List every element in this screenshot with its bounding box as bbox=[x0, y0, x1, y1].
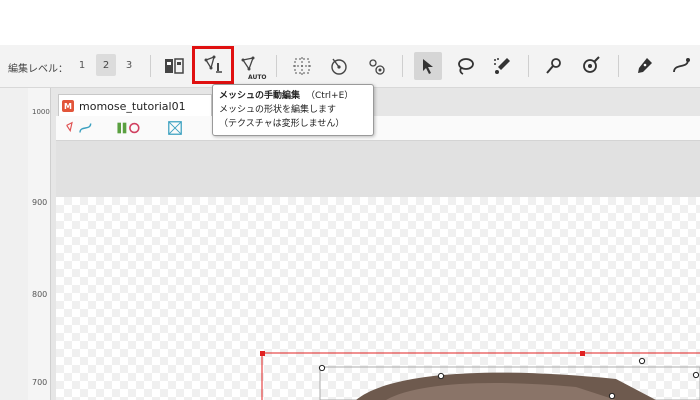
ruler-tick-label: 1000 bbox=[32, 108, 50, 116]
tooltip-note: （テクスチャは変形しません） bbox=[219, 119, 345, 129]
model-mesh-overlay bbox=[260, 351, 700, 400]
arrow-select-button[interactable] bbox=[414, 52, 442, 80]
lasso-select-button[interactable] bbox=[451, 52, 479, 80]
mesh-manual-edit-icon bbox=[204, 55, 222, 73]
pen-button[interactable] bbox=[630, 52, 658, 80]
toolbar-separator bbox=[150, 55, 151, 77]
tooltip-shortcut: （Ctrl+E） bbox=[306, 91, 354, 101]
tooltip-title: メッシュの手動編集 bbox=[219, 91, 301, 101]
pin-brush-button[interactable] bbox=[577, 52, 605, 80]
toolbar-separator bbox=[528, 55, 529, 77]
mesh-view-icon bbox=[66, 121, 92, 133]
ruler-tick-label: 700 bbox=[32, 378, 48, 387]
edit-level-2-button[interactable]: 2 bbox=[96, 54, 116, 76]
toolbar-separator bbox=[402, 55, 403, 77]
main-toolbar: 編集レベル： 1 2 3 AUTO bbox=[0, 45, 700, 88]
edit-level-label: 編集レベル： bbox=[8, 64, 68, 75]
deformer-display-icon bbox=[117, 122, 140, 134]
rotation-deformer-button[interactable] bbox=[325, 52, 353, 80]
document-tab[interactable]: M momose_tutorial01 bbox=[58, 94, 212, 117]
warp-deformer-icon bbox=[293, 57, 311, 75]
tooltip: メッシュの手動編集 （Ctrl+E） メッシュの形状を編集します （テクスチャは変… bbox=[212, 84, 374, 136]
mesh-view-toggle[interactable] bbox=[62, 119, 98, 137]
document-tab-label: momose_tutorial01 bbox=[79, 99, 186, 113]
bezier-icon bbox=[673, 58, 690, 73]
bezier-button[interactable] bbox=[667, 52, 695, 80]
vertical-ruler: 1000 900 800 700 bbox=[28, 88, 51, 400]
edit-level-1-button[interactable]: 1 bbox=[72, 54, 92, 76]
tooltip-description: メッシュの形状を編集します bbox=[219, 105, 337, 115]
deformer-view-icon bbox=[165, 58, 184, 74]
edit-level-3-button[interactable]: 3 bbox=[119, 54, 139, 76]
auto-label: AUTO bbox=[248, 74, 267, 81]
rotation-deformer-icon bbox=[331, 58, 347, 75]
pin-button[interactable] bbox=[540, 52, 568, 80]
arrow-select-icon bbox=[423, 59, 433, 74]
view-subtoolbar bbox=[56, 116, 700, 141]
deformer-display-toggle[interactable] bbox=[114, 119, 144, 137]
ruler-tick-label: 800 bbox=[32, 290, 48, 299]
top-blank-area bbox=[0, 0, 700, 45]
canvas-margin bbox=[56, 141, 700, 197]
warp-display-icon bbox=[168, 121, 182, 135]
brush-select-icon bbox=[494, 58, 510, 74]
glue-icon bbox=[369, 59, 385, 75]
pin-brush-icon bbox=[583, 56, 600, 73]
lasso-select-icon bbox=[458, 58, 474, 75]
mesh-manual-edit-button[interactable] bbox=[192, 46, 234, 84]
left-panel bbox=[0, 88, 29, 400]
deformer-view-button[interactable] bbox=[160, 52, 188, 80]
toolbar-separator bbox=[618, 55, 619, 77]
glue-button[interactable] bbox=[362, 52, 390, 80]
brush-select-button[interactable] bbox=[488, 52, 516, 80]
model-file-icon: M bbox=[62, 100, 74, 112]
warp-display-toggle[interactable] bbox=[166, 119, 184, 137]
pen-icon bbox=[638, 58, 652, 73]
ruler-tick-label: 900 bbox=[32, 198, 48, 207]
warp-deformer-button[interactable] bbox=[288, 52, 316, 80]
editing-canvas[interactable] bbox=[56, 197, 700, 400]
pin-icon bbox=[546, 58, 561, 74]
toolbar-separator bbox=[276, 55, 277, 77]
